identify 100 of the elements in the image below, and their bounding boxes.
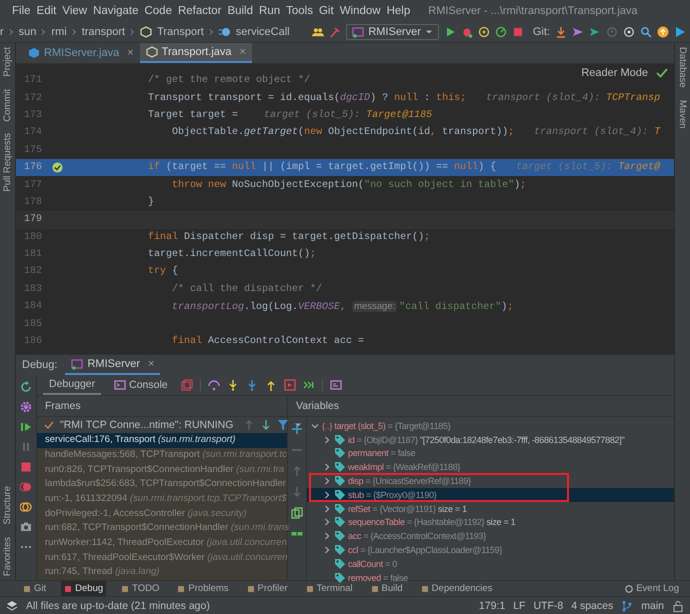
chevron-right-icon[interactable] [323,490,331,499]
search-icon[interactable] [640,26,652,38]
event-log-button[interactable]: Event Log [622,581,682,596]
debug-tab[interactable]: Debugger [43,375,102,395]
status-item[interactable]: 4 spaces [571,600,614,612]
variable-entry[interactable]: weakImpl = {WeakRef@1188} [348,462,460,472]
tool-window-tab[interactable]: Structure [2,486,13,525]
tool-window-button[interactable]: Git [20,581,50,596]
hammer-icon[interactable] [329,26,342,38]
status-item[interactable]: 179:1 [478,600,506,612]
download-icon[interactable] [555,26,567,38]
drop-frame-icon[interactable] [284,379,296,391]
stack-frame[interactable]: run:617, ThreadPoolExecutor$Worker (java.util.concurren [37,550,287,566]
step-out-icon[interactable] [264,379,277,391]
stack-frame[interactable]: serviceCall:176, Transport (sun.rmi.transport) [37,433,287,448]
breadcrumb[interactable]: sun [18,26,36,38]
menu-item[interactable]: Tools [286,5,313,17]
chevron-right-icon[interactable] [323,477,331,486]
chevron-right-icon[interactable] [323,532,331,540]
tool-window-button[interactable]: Debug [61,581,106,596]
menu-item[interactable]: Refactor [178,5,222,17]
mute-breakpoints-icon[interactable] [20,501,32,513]
rerun-icon[interactable] [20,381,32,393]
stack-frame[interactable]: doPrivileged:-1, AccessController (java.security) [37,506,287,522]
resume-icon[interactable] [20,421,32,433]
breadcrumb[interactable]: transport [82,26,126,38]
menu-item[interactable]: Build [227,5,254,17]
breadcrumb[interactable]: Transport [157,26,204,38]
variable-entry[interactable]: callCount = 0 [348,558,397,569]
chevron-right-icon[interactable] [323,504,331,513]
tool-window-button[interactable]: Profiler [244,581,291,596]
stop-icon[interactable] [512,26,524,38]
variable-entry[interactable]: sequenceTable = {Hashtable@1192} size = 1 [348,517,516,528]
variable-entry[interactable]: stub = {$Proxy0@1190} [348,490,436,500]
lock-icon[interactable] [672,600,684,612]
breadcrumb[interactable]: serviceCall [236,26,290,38]
variable-entry[interactable]: target (slot_5) = {Target@1185} [334,420,450,431]
variable-entry[interactable]: ccl = {Launcher$AppClassLoader@1159} [348,545,502,556]
menu-item[interactable]: Window [340,5,381,17]
menu-item[interactable]: Git [318,5,334,17]
copy-icon[interactable] [291,507,303,519]
push-icon[interactable] [572,26,584,38]
chevron-down-icon[interactable] [311,422,319,430]
chevron-right-icon[interactable] [323,518,331,526]
breadcrumb[interactable]: r [0,26,4,38]
stack-frame[interactable]: runWorker:1142, ThreadPoolExecutor (java.util.concurren [37,536,287,551]
stack-frame[interactable]: handleMessages:568, TCPTransport (sun.rmi.transport.tc [37,448,287,462]
editor-tab[interactable]: RMIServer.java × [22,43,140,63]
debug-icon[interactable] [460,26,473,38]
down-arrow-icon[interactable] [260,419,272,432]
variable-entry[interactable]: removed = false [348,572,408,583]
breakpoint-icon[interactable] [52,162,63,174]
menu-item[interactable]: Edit [36,5,56,17]
stack-frame[interactable]: run:682, TCPTransport$ConnectionHandler (sun.rmi.trans [37,521,287,536]
layers-icon[interactable] [6,600,18,612]
layout-icon[interactable] [180,379,193,391]
editor-tab[interactable]: Transport.java × [140,43,252,63]
menu-item[interactable]: Code [144,5,172,17]
tool-window-button[interactable]: Problems [174,581,232,596]
reader-mode-link[interactable]: Reader Mode [581,67,648,79]
tool-window-tab[interactable]: Project [2,47,13,77]
update-icon[interactable] [657,26,669,38]
stack-frame[interactable]: run0:826, TCPTransport$ConnectionHandler (sun.rmi.tra [37,462,287,478]
run-to-cursor-icon[interactable] [302,379,315,391]
stop-icon[interactable] [20,461,32,473]
variable-entry[interactable]: permanent = false [348,448,416,458]
tool-window-button[interactable]: Build [368,581,406,596]
variable-entry[interactable]: id = {ObjID@1187} "[7250f0da:18248fe7eb3:-7fff, -868613548849577882]" [348,434,624,445]
branch-name[interactable]: main [641,600,664,612]
chevron-right-icon[interactable] [323,463,331,472]
tool-window-tab[interactable]: Pull Requests [2,133,13,192]
evaluate-icon[interactable] [330,379,342,391]
force-step-into-icon[interactable] [246,379,258,391]
profiler-icon[interactable] [494,26,507,38]
step-into-icon[interactable] [226,379,239,391]
status-item[interactable]: LF [513,600,526,612]
tool-window-tab[interactable]: Database [677,47,688,88]
tool-window-button[interactable]: Terminal [302,581,356,596]
variable-entry[interactable]: acc = {AccessControlContext@1193} [348,531,486,542]
add-icon[interactable] [291,423,303,435]
stack-frame[interactable]: run:745, Thread (java.lang) [37,565,287,580]
arrow-icon[interactable] [589,26,601,38]
session-tab[interactable]: RMIServer × [65,355,160,375]
chevron-right-icon[interactable] [323,546,331,554]
chevron-right-icon[interactable] [323,436,331,444]
variable-entry[interactable]: disp = {UnicastServerRef@1189} [348,476,471,486]
run-configuration-dropdown[interactable]: RMIServer [346,24,439,40]
menu-item[interactable]: Help [386,5,410,17]
camera-icon[interactable] [20,521,32,533]
users-icon[interactable] [312,26,324,38]
tool-window-tab[interactable]: Maven [677,100,688,128]
coverage-icon[interactable] [478,26,490,38]
tool-window-tab[interactable]: Favorites [2,536,13,576]
variable-entry[interactable]: refSet = {Vector@1191} size = 1 [348,504,467,514]
breadcrumb[interactable]: rmi [51,26,67,38]
thread-selector[interactable]: "RMI TCP Conne...ntime": RUNNING [60,419,234,432]
tool-window-tab[interactable]: Commit [2,88,13,122]
menu-item[interactable]: Navigate [93,5,138,17]
status-item[interactable]: UTF-8 [533,600,564,612]
tool-window-button[interactable]: TODO [118,581,162,596]
